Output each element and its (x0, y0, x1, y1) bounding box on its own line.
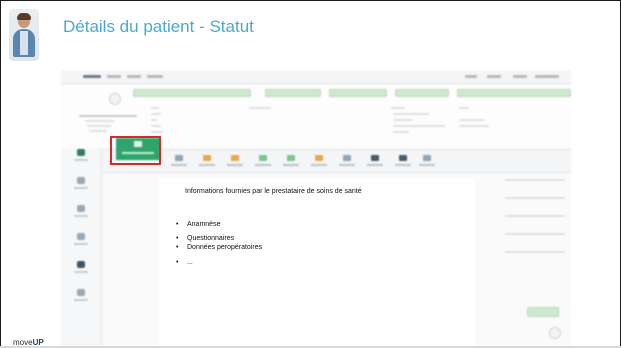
info-list: • Anamnèse • Questionnaires • Données perop… (175, 220, 262, 267)
slide-frame: Détails du patient - Statut Informations… (0, 0, 621, 348)
info-panel-heading: Informations fournies par le prestataire… (185, 188, 362, 195)
list-item: •... (176, 259, 193, 266)
app-left-nav (61, 149, 102, 347)
list-item: • Questionnaires (176, 235, 235, 242)
status-tab-highlight (110, 136, 161, 165)
doctor-avatar-icon (9, 9, 39, 61)
app-right-content (475, 175, 571, 347)
app-topbar (61, 71, 571, 84)
list-item: • Anamnèse (176, 221, 221, 228)
list-item: • Données peropératoires (176, 244, 263, 251)
slide-title: Détails du patient - Statut (63, 17, 254, 36)
app-tabbar (101, 149, 571, 173)
info-panel: Informations fournies par le prestataire… (159, 178, 475, 347)
